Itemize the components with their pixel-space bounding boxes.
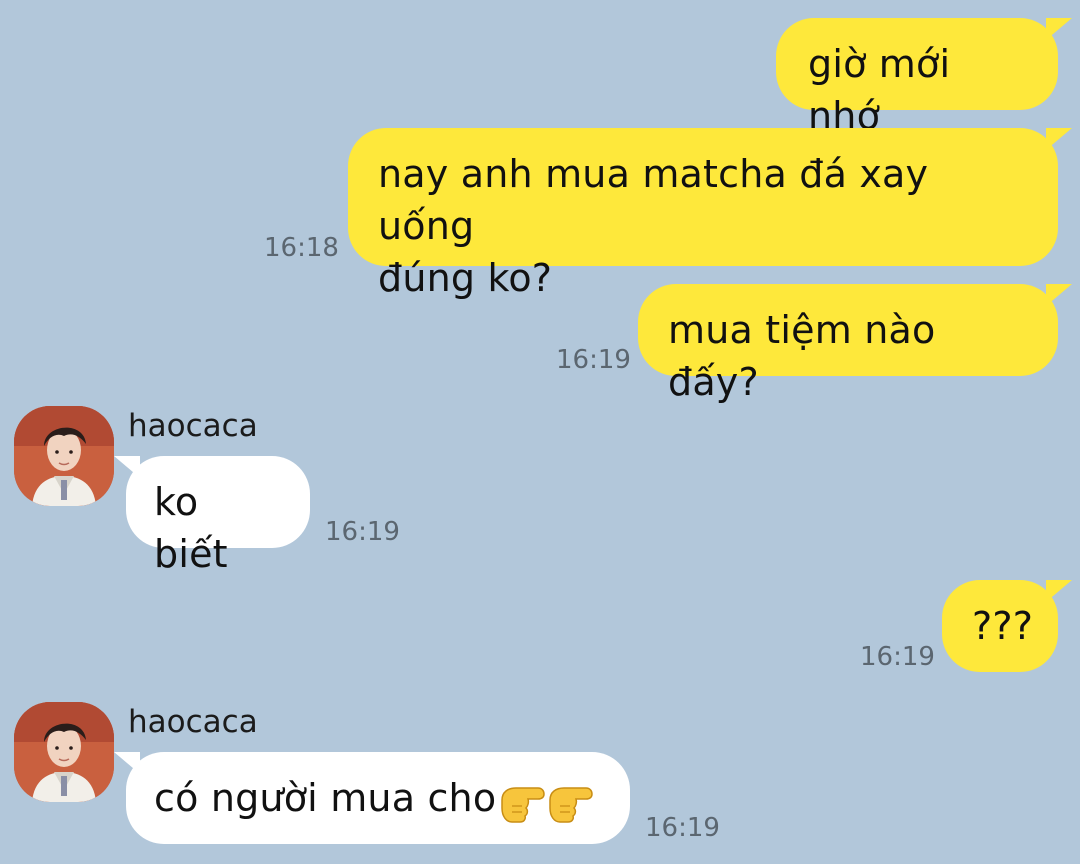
message-timestamp: 16:19 <box>860 642 935 672</box>
message-text: giờ mới nhớ <box>808 42 963 138</box>
sender-name: haocaca <box>128 704 258 740</box>
pointing-right-hand-icon <box>501 786 594 823</box>
message-text: nay anh mua matcha đá xay uống đúng ko? <box>378 152 929 300</box>
avatar-photo-icon <box>14 702 114 802</box>
message-text: có người mua cho <box>154 776 497 820</box>
sender-avatar[interactable] <box>14 702 114 802</box>
message-bubble-outgoing[interactable]: giờ mới nhớ <box>776 18 1072 138</box>
sender-name: haocaca <box>128 408 258 444</box>
message-bubble-outgoing[interactable]: ??? <box>942 580 1072 672</box>
message-bubble-incoming[interactable]: ko biết <box>114 456 310 576</box>
sender-avatar[interactable] <box>14 406 114 506</box>
message-bubble-incoming[interactable]: có người mua cho👉👉 <box>114 752 630 844</box>
message-text: mua tiệm nào đấy? <box>668 308 948 404</box>
chat-conversation[interactable]: giờ mới nhớ nay anh mua matcha đá xay uố… <box>0 0 1080 864</box>
message-timestamp: 16:19 <box>325 517 400 547</box>
message-text: ??? <box>972 604 1034 648</box>
message-bubble-outgoing[interactable]: nay anh mua matcha đá xay uống đúng ko? <box>348 128 1072 300</box>
message-bubble-outgoing[interactable]: mua tiệm nào đấy? <box>638 284 1072 404</box>
message-text: ko biết <box>154 480 228 576</box>
message-timestamp: 16:19 <box>645 813 720 843</box>
message-timestamp: 16:19 <box>556 345 631 375</box>
avatar-photo-icon <box>14 406 114 506</box>
message-timestamp: 16:18 <box>264 233 339 263</box>
